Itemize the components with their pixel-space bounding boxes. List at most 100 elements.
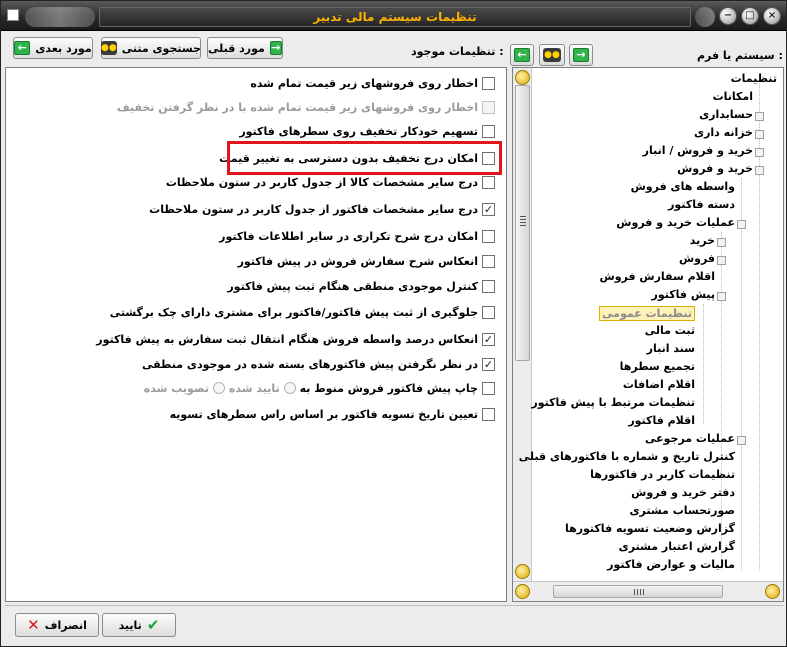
option-checkbox[interactable]: [482, 305, 495, 319]
horizontal-scroll-thumb[interactable]: [553, 585, 723, 598]
tree-line: [721, 232, 722, 570]
tree-node[interactable]: سند انبار: [647, 342, 695, 355]
expand-icon[interactable]: [717, 238, 726, 247]
tree-node[interactable]: صورتحساب مشتری: [629, 504, 735, 517]
option-row[interactable]: درج سایر مشخصات کالا از جدول کاربر در ست…: [166, 173, 495, 191]
option-label: امکان درج شرح تکراری در سایر اطلاعات فاک…: [219, 229, 478, 243]
tree-vertical-scrollbar[interactable]: [513, 68, 532, 581]
option-checkbox[interactable]: [482, 279, 495, 293]
tree-forward-button[interactable]: →: [569, 44, 593, 66]
tree-node[interactable]: عملیات خرید و فروش: [616, 216, 735, 229]
tree-node[interactable]: خرید: [690, 234, 715, 247]
collapse-icon[interactable]: [737, 220, 746, 229]
ratified-radio[interactable]: [212, 382, 225, 394]
title-decoration: [25, 7, 95, 27]
minimize-button[interactable]: −: [719, 7, 737, 25]
option-row[interactable]: اخطار روی فروشهای زیر قیمت تمام شده: [250, 74, 495, 92]
option-label: تعیین تاریخ تسویه فاکتور بر اساس راس سطر…: [169, 407, 478, 421]
option-checkbox[interactable]: ✓: [482, 332, 495, 346]
option-row[interactable]: چاپ پیش فاکتور فروش منوط به تایید شده تص…: [144, 379, 495, 397]
scroll-thumb[interactable]: [515, 85, 530, 361]
tree-node[interactable]: ثبت مالی: [645, 324, 695, 337]
collapse-icon[interactable]: [755, 166, 764, 175]
tree-node[interactable]: واسطه های فروش: [631, 180, 735, 193]
tree-node[interactable]: حسابداری: [699, 108, 753, 121]
option-checkbox[interactable]: [482, 229, 495, 243]
expand-icon[interactable]: [737, 436, 746, 445]
tree-node[interactable]: کنترل تاریخ و شماره با فاکتورهای قبلی: [519, 450, 735, 463]
cancel-button[interactable]: ✕ انصراف: [15, 613, 99, 637]
option-label: انعکاس شرح سفارش فروش در پیش فاکتور: [237, 254, 478, 268]
option-row[interactable]: انعکاس شرح سفارش فروش در پیش فاکتور: [238, 252, 495, 270]
next-record-button[interactable]: ← مورد بعدی: [13, 37, 93, 59]
tree-node[interactable]: دفتر خرید و فروش: [631, 486, 735, 499]
tree-node[interactable]: گزارش اعتبار مشتری: [619, 540, 735, 553]
tree-node[interactable]: پیش فاکتور: [652, 288, 715, 301]
tree-node[interactable]: تنظیمات: [731, 72, 777, 85]
tree-node[interactable]: اقلام اضافات: [623, 378, 695, 391]
tree-node[interactable]: خزانه داری: [694, 126, 753, 139]
tree-node[interactable]: گزارش وضعیت تسویه فاکتورها: [565, 522, 735, 535]
option-label: اخطار روی فروشهای زیر قیمت تمام شده: [250, 76, 478, 90]
option-checkbox[interactable]: [482, 76, 495, 90]
tree-node[interactable]: تنظیمات کاربر در فاکتورها: [590, 468, 735, 481]
tree-node[interactable]: عملیات مرجوعی: [645, 432, 735, 445]
tree-node[interactable]: خرید و فروش / انبار: [643, 144, 753, 157]
approved-radio-label: تایید شده: [228, 381, 280, 395]
tree-node[interactable]: فروش: [679, 252, 715, 265]
scroll-down-button[interactable]: [515, 564, 530, 579]
option-checkbox[interactable]: ✓: [482, 202, 495, 216]
option-row[interactable]: ✓ انعکاس درصد واسطه فروش هنگام انتقال ثب…: [96, 330, 495, 348]
option-checkbox[interactable]: [482, 407, 495, 421]
binoculars-icon: ●●: [543, 48, 561, 62]
option-row[interactable]: کنترل موجودی منطقی هنگام ثبت پیش فاکتور: [227, 277, 495, 295]
arrow-left-icon: ←: [514, 48, 530, 62]
option-checkbox[interactable]: [482, 124, 495, 138]
tree-node[interactable]: خرید و فروش: [677, 162, 753, 175]
option-checkbox[interactable]: [482, 254, 495, 268]
grip-icon: [634, 589, 646, 595]
tree-node[interactable]: اقلام سفارش فروش: [600, 270, 715, 283]
tree-node[interactable]: اقلام فاکتور: [628, 414, 695, 427]
maximize-button[interactable]: □: [741, 7, 759, 25]
expand-icon[interactable]: [755, 148, 764, 157]
option-row[interactable]: امکان درج شرح تکراری در سایر اطلاعات فاک…: [219, 227, 495, 245]
tree-horizontal-scrollbar[interactable]: [513, 581, 783, 601]
prev-record-button[interactable]: مورد قبلی →: [207, 37, 283, 59]
tree-node[interactable]: تجمیع سطرها: [620, 360, 695, 373]
expand-icon[interactable]: [755, 130, 764, 139]
confirm-button[interactable]: تایید ✔: [102, 613, 176, 637]
title-decoration-right: [695, 7, 715, 27]
collapse-icon[interactable]: [717, 292, 726, 301]
tree-node-selected[interactable]: تنظیمات عمومی: [599, 306, 695, 321]
binoculars-icon: ●●: [101, 41, 117, 55]
approved-radio[interactable]: [283, 382, 296, 394]
tree-node[interactable]: امکانات: [713, 90, 753, 103]
expand-icon[interactable]: [717, 256, 726, 265]
option-checkbox[interactable]: [482, 381, 495, 395]
option-row[interactable]: تسهیم خودکار تخفیف روی سطرهای فاکتور: [239, 122, 495, 140]
settings-tree[interactable]: تنظیمات امکانات حسابداری خزانه داری خرید…: [512, 67, 784, 602]
tree-node[interactable]: تنظیمات مرتبط با پیش فاکتور: [531, 396, 695, 409]
text-search-button[interactable]: ●● جستجوی متنی: [101, 37, 201, 59]
option-row[interactable]: جلوگیری از ثبت پیش فاکتور/فاکتور برای مش…: [110, 303, 495, 321]
close-button[interactable]: ×: [763, 7, 781, 25]
option-row[interactable]: ✓ درج سایر مشخصات فاکتور از جدول کاربر د…: [149, 200, 495, 218]
next-record-label: مورد بعدی: [35, 41, 92, 55]
option-row[interactable]: تعیین تاریخ تسویه فاکتور بر اساس راس سطر…: [170, 405, 495, 423]
title-strip: تنظیمات سیستم مالی تدبیر: [99, 7, 691, 27]
option-row[interactable]: ✓ در نظر نگرفتن پیش فاکتورهای بسته شده د…: [142, 355, 495, 373]
tree-node[interactable]: مالیات و عوارض فاکتور: [607, 558, 735, 571]
app-icon: [7, 9, 19, 21]
option-label: چاپ پیش فاکتور فروش منوط به: [299, 381, 478, 395]
scroll-up-button[interactable]: [515, 70, 530, 85]
option-checkbox[interactable]: ✓: [482, 357, 495, 371]
tree-node[interactable]: دسته فاکتور: [668, 198, 735, 211]
scroll-right-button[interactable]: [765, 584, 780, 599]
tree-back-button[interactable]: ←: [510, 44, 534, 66]
title-bar[interactable]: تنظیمات سیستم مالی تدبیر − □ ×: [1, 1, 786, 31]
option-checkbox[interactable]: [482, 175, 495, 189]
tree-search-button[interactable]: ●●: [539, 44, 565, 66]
scroll-left-button[interactable]: [515, 584, 530, 599]
expand-icon[interactable]: [755, 112, 764, 121]
